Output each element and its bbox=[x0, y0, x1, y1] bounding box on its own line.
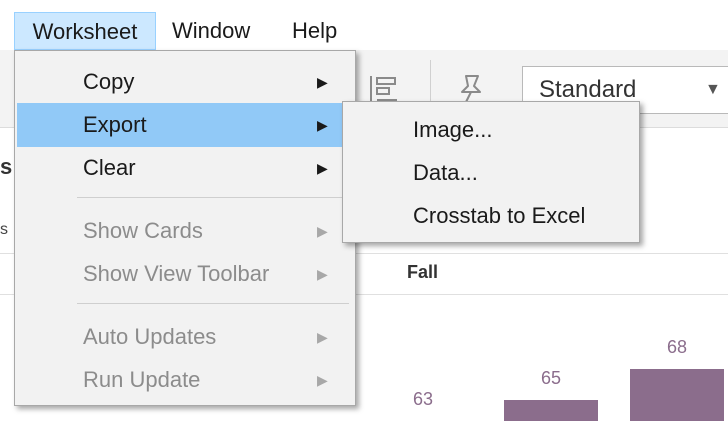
chevron-down-icon[interactable]: ▼ bbox=[705, 67, 721, 113]
bar-value-label: 68 bbox=[666, 337, 688, 357]
menu-separator bbox=[77, 197, 349, 198]
submenu-arrow-icon: ▶ bbox=[317, 223, 328, 239]
submenu-arrow-icon: ▶ bbox=[317, 117, 328, 133]
submenu-arrow-icon: ▶ bbox=[317, 74, 328, 90]
menu-item-label: Clear bbox=[83, 155, 136, 180]
menu-bar: Worksheet Window Help bbox=[0, 0, 728, 50]
menu-worksheet[interactable]: Worksheet bbox=[14, 12, 156, 50]
bar[interactable] bbox=[504, 400, 598, 421]
sort-icon[interactable] bbox=[367, 74, 401, 104]
menu-separator bbox=[77, 303, 349, 304]
menu-item-clear[interactable]: Clear ▶ bbox=[17, 146, 353, 190]
bar-value-label: 65 bbox=[540, 368, 562, 388]
worksheet-menu: Copy ▶ Export ▶ Clear ▶ Show Cards ▶ Sho… bbox=[14, 50, 356, 406]
submenu-arrow-icon: ▶ bbox=[317, 372, 328, 388]
menu-item-export-crosstab[interactable]: Crosstab to Excel bbox=[345, 194, 637, 238]
bar[interactable] bbox=[630, 369, 724, 421]
menu-item-label: Show View Toolbar bbox=[83, 261, 270, 286]
menu-window[interactable]: Window bbox=[172, 12, 250, 50]
menu-item-label: Auto Updates bbox=[83, 324, 217, 349]
menu-item-show-view-toolbar[interactable]: Show View Toolbar ▶ bbox=[17, 252, 353, 296]
menu-item-copy[interactable]: Copy ▶ bbox=[17, 60, 353, 104]
menu-item-export-image[interactable]: Image... bbox=[345, 108, 637, 152]
menu-item-run-update[interactable]: Run Update ▶ bbox=[17, 358, 353, 402]
menu-item-auto-updates[interactable]: Auto Updates ▶ bbox=[17, 315, 353, 359]
bar-value-label: 63 bbox=[412, 389, 434, 409]
menu-item-label: Copy bbox=[83, 69, 135, 94]
cropped-heading-fragment: s bbox=[0, 154, 13, 179]
menu-help[interactable]: Help bbox=[292, 12, 337, 50]
view-size-value: Standard bbox=[539, 76, 637, 103]
submenu-arrow-icon: ▶ bbox=[317, 329, 328, 345]
menu-item-export-data[interactable]: Data... bbox=[345, 151, 637, 195]
menu-item-label: Export bbox=[83, 112, 147, 137]
menu-item-export[interactable]: Export ▶ bbox=[17, 103, 353, 147]
cropped-label-fragment: s bbox=[0, 221, 8, 238]
column-header: Fall bbox=[407, 262, 439, 282]
menu-item-label: Show Cards bbox=[83, 218, 203, 243]
submenu-arrow-icon: ▶ bbox=[317, 266, 328, 282]
menu-item-label: Run Update bbox=[83, 367, 201, 392]
submenu-arrow-icon: ▶ bbox=[317, 160, 328, 176]
menu-item-show-cards[interactable]: Show Cards ▶ bbox=[17, 209, 353, 253]
export-submenu: Image... Data... Crosstab to Excel bbox=[342, 101, 640, 243]
